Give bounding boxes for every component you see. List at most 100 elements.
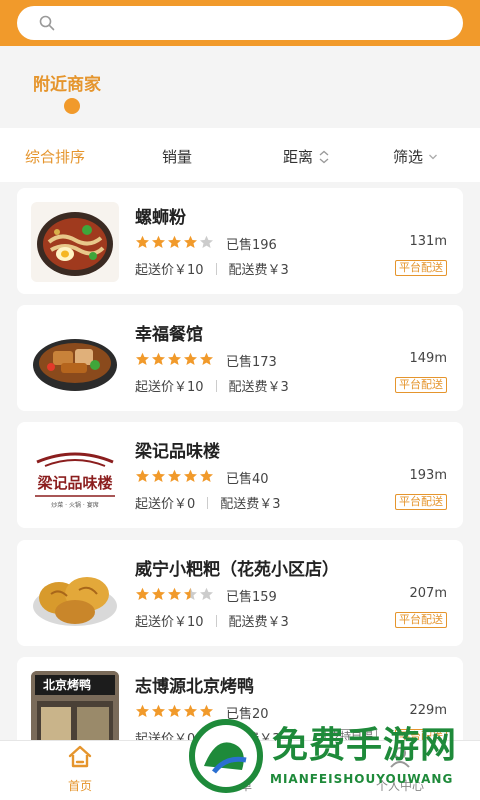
store-sign: 北京烤鸭 xyxy=(43,678,92,692)
star-icon xyxy=(184,469,197,482)
distance: 193m xyxy=(409,468,447,483)
star-icon xyxy=(152,352,165,365)
logo-text: 梁记品味楼 xyxy=(37,474,113,492)
shop-image xyxy=(31,202,119,282)
sort-filter-label: 筛选 xyxy=(393,148,424,166)
fee-info: 起送价￥10 配送费￥3 xyxy=(135,376,289,395)
storefront-image: 北京烤鸭 xyxy=(31,671,119,747)
fee-info: 起送价￥10 配送费￥3 xyxy=(135,611,289,630)
tab-home-label: 首页 xyxy=(67,779,92,793)
section-title: 附近商家 xyxy=(33,75,101,95)
delivery-tag: 平台配送 xyxy=(395,260,447,276)
divider xyxy=(207,496,209,509)
star-icon xyxy=(168,352,181,365)
star-icon xyxy=(152,704,165,717)
delivery-fee: 配送费￥3 xyxy=(228,380,289,395)
divider xyxy=(215,262,217,275)
distance: 229m xyxy=(409,703,447,718)
rating-stars xyxy=(135,352,214,366)
top-bar xyxy=(0,0,480,46)
star-icon xyxy=(136,352,149,365)
sort-sales-label: 销量 xyxy=(162,148,193,166)
sort-sales[interactable]: 销量 xyxy=(162,146,192,167)
search-icon xyxy=(39,15,55,31)
divider xyxy=(215,379,217,392)
order-icon xyxy=(232,747,248,767)
star-icon xyxy=(200,235,213,248)
fee-info: 起送价￥0 配送费￥3 xyxy=(135,493,281,512)
shop-card[interactable]: 螺蛳粉 已售196 131m 起送价￥10 配送费￥3 平台配送 xyxy=(17,188,463,294)
shop-name: 志博源北京烤鸭 xyxy=(135,677,254,697)
delivery-tag: 平台配送 xyxy=(395,377,447,393)
shop-card[interactable]: 威宁小粑粑（花苑小区店） 已售159 207m 起送价￥10 配送费￥3 平台配… xyxy=(17,540,463,646)
sold-count: 已售20 xyxy=(226,707,269,722)
distance: 149m xyxy=(409,351,447,366)
star-icon xyxy=(184,704,197,717)
sort-distance[interactable]: 距离 xyxy=(283,146,330,167)
star-icon xyxy=(136,704,149,717)
min-price: 起送价￥0 xyxy=(135,497,196,512)
star-icon xyxy=(184,587,197,600)
star-icon xyxy=(136,235,149,248)
delivery-fee: 配送费￥3 xyxy=(228,615,289,630)
sold-count: 已售196 xyxy=(226,238,277,253)
sort-composite[interactable]: 综合排序 xyxy=(25,146,85,167)
star-icon xyxy=(200,352,213,365)
min-price: 起送价￥10 xyxy=(135,263,204,278)
star-icon xyxy=(200,469,213,482)
fee-info: 起送价￥10 配送费￥3 xyxy=(135,259,289,278)
min-price: 起送价￥10 xyxy=(135,615,204,630)
distance: 207m xyxy=(409,586,447,601)
shop-card[interactable]: 幸福餐馆 已售173 149m 起送价￥10 配送费￥3 平台配送 xyxy=(17,305,463,411)
tab-orders[interactable]: 订单 xyxy=(192,745,288,794)
star-icon xyxy=(168,469,181,482)
shop-image xyxy=(31,554,119,634)
rating-stars xyxy=(135,469,214,483)
star-icon xyxy=(184,235,197,248)
sort-bar: 综合排序 销量 距离 筛选 xyxy=(0,128,480,182)
star-icon xyxy=(152,469,165,482)
tab-home[interactable]: 首页 xyxy=(32,745,128,794)
chevron-down-icon xyxy=(429,154,437,159)
rating-stars xyxy=(135,587,214,601)
shop-card[interactable]: 梁记品味楼 炒菜 · 火锅 · 宴席 梁记品味楼 已售40 193m 起送价￥0… xyxy=(17,422,463,528)
shop-image xyxy=(31,319,119,399)
delivery-tag: 平台配送 xyxy=(395,612,447,628)
shop-logo-image: 梁记品味楼 炒菜 · 火锅 · 宴席 xyxy=(31,436,119,516)
star-icon xyxy=(136,587,149,600)
tab-profile[interactable]: 个人中心 xyxy=(352,745,448,794)
bottom-tab-bar: 首页 订单 个人中心 xyxy=(0,740,480,800)
star-icon xyxy=(200,704,213,717)
user-icon xyxy=(390,747,410,768)
shop-name: 威宁小粑粑（花苑小区店） xyxy=(135,560,339,580)
star-icon xyxy=(184,352,197,365)
star-icon xyxy=(152,587,165,600)
logo-subtext: 炒菜 · 火锅 · 宴席 xyxy=(51,502,99,509)
star-icon xyxy=(168,587,181,600)
star-icon xyxy=(136,469,149,482)
section-indicator xyxy=(64,98,80,114)
rating-stars xyxy=(135,235,214,249)
sort-distance-label: 距离 xyxy=(283,148,314,166)
sold-count: 已售40 xyxy=(226,472,269,487)
sort-updown-icon xyxy=(319,150,329,163)
tab-profile-label: 个人中心 xyxy=(375,779,424,793)
divider xyxy=(215,614,217,627)
star-icon xyxy=(152,235,165,248)
delivery-fee: 配送费￥3 xyxy=(228,263,289,278)
sold-count: 已售159 xyxy=(226,590,277,605)
sort-composite-label: 综合排序 xyxy=(25,148,86,166)
delivery-fee: 配送费￥3 xyxy=(220,497,281,512)
rating-stars xyxy=(135,704,214,718)
shop-name: 梁记品味楼 xyxy=(135,442,220,462)
distance: 131m xyxy=(409,234,447,249)
shop-card[interactable]: 北京烤鸭 志博源北京烤鸭 已售20 229m 起送价￥0 配送费￥3 支持自提 … xyxy=(17,657,463,747)
search-input[interactable] xyxy=(17,6,463,40)
shop-name: 螺蛳粉 xyxy=(135,208,186,228)
sold-count: 已售173 xyxy=(226,355,277,370)
nearby-merchants-header: 附近商家 xyxy=(0,46,480,128)
shop-name: 幸福餐馆 xyxy=(135,325,203,345)
sort-filter[interactable]: 筛选 xyxy=(393,146,438,167)
star-icon xyxy=(168,704,181,717)
star-icon xyxy=(200,587,213,600)
